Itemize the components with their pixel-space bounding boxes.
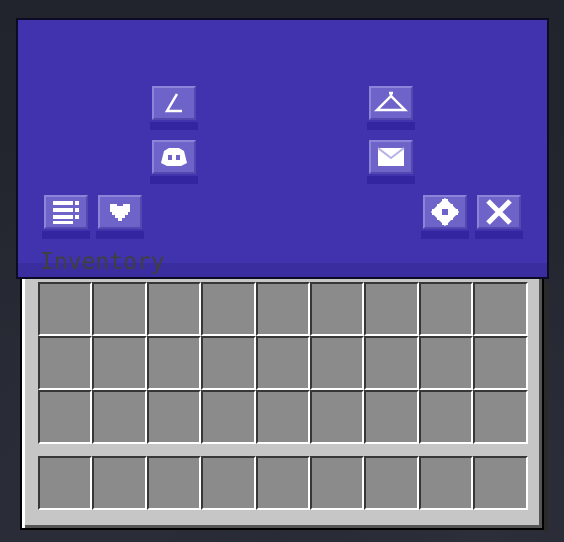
close-icon — [486, 199, 512, 225]
menu-overlay — [16, 18, 549, 279]
inventory-slot[interactable] — [38, 336, 93, 390]
inventory-slot[interactable] — [92, 390, 147, 444]
inventory-slot[interactable] — [92, 282, 147, 336]
button-shadow — [150, 122, 198, 130]
hotbar-slot[interactable] — [473, 456, 528, 510]
angle-button[interactable] — [152, 86, 196, 120]
inventory-slot[interactable] — [418, 390, 474, 444]
hotbar-slot[interactable] — [364, 456, 419, 510]
button-shadow — [367, 122, 415, 130]
settings-button[interactable] — [423, 195, 467, 229]
inventory-slot[interactable] — [418, 282, 474, 336]
inventory-slot[interactable] — [364, 336, 419, 390]
button-shadow — [42, 231, 90, 239]
button-shadow — [421, 231, 469, 239]
button-shadow — [150, 176, 198, 184]
inventory-grid — [38, 282, 528, 444]
list-button[interactable] — [44, 195, 88, 229]
heart-button[interactable] — [98, 195, 142, 229]
hotbar-slot[interactable] — [146, 456, 202, 510]
inventory-slot[interactable] — [309, 282, 365, 336]
inventory-title: Inventory — [40, 249, 165, 275]
close-button[interactable] — [477, 195, 521, 229]
mail-icon — [377, 147, 405, 166]
inventory-slot[interactable] — [201, 282, 256, 336]
gear-icon — [430, 197, 460, 227]
inventory-slot[interactable] — [255, 390, 310, 444]
discord-button[interactable] — [152, 140, 196, 174]
angle-icon — [164, 93, 182, 113]
inventory-slot[interactable] — [418, 336, 474, 390]
inventory-slot[interactable] — [146, 336, 202, 390]
inventory-slot[interactable] — [255, 282, 310, 336]
inventory-slot[interactable] — [146, 282, 202, 336]
inventory-slot[interactable] — [255, 336, 310, 390]
button-shadow — [96, 231, 144, 239]
inventory-slot[interactable] — [473, 282, 528, 336]
inventory-slot[interactable] — [146, 390, 202, 444]
inventory-slot[interactable] — [92, 336, 147, 390]
inventory-slot[interactable] — [364, 282, 419, 336]
mail-button[interactable] — [369, 140, 413, 174]
button-shadow — [475, 231, 523, 239]
inventory-slot[interactable] — [38, 282, 93, 336]
hotbar-grid — [38, 456, 528, 510]
hanger-button[interactable] — [369, 86, 413, 120]
hotbar-slot[interactable] — [201, 456, 256, 510]
inventory-slot[interactable] — [38, 390, 93, 444]
hanger-icon — [374, 91, 408, 112]
hotbar-slot[interactable] — [309, 456, 365, 510]
hotbar-slot[interactable] — [38, 456, 93, 510]
hotbar-slot[interactable] — [255, 456, 310, 510]
list-icon — [53, 201, 79, 224]
hotbar-slot[interactable] — [418, 456, 474, 510]
button-shadow — [367, 176, 415, 184]
inventory-slot[interactable] — [201, 336, 256, 390]
hotbar-slot[interactable] — [92, 456, 147, 510]
inventory-slot[interactable] — [364, 390, 419, 444]
inventory-slot[interactable] — [473, 336, 528, 390]
inventory-slot[interactable] — [309, 390, 365, 444]
inventory-slot[interactable] — [201, 390, 256, 444]
discord-icon — [161, 148, 187, 166]
inventory-slot[interactable] — [309, 336, 365, 390]
inventory-slot[interactable] — [473, 390, 528, 444]
heart-icon — [110, 204, 130, 221]
